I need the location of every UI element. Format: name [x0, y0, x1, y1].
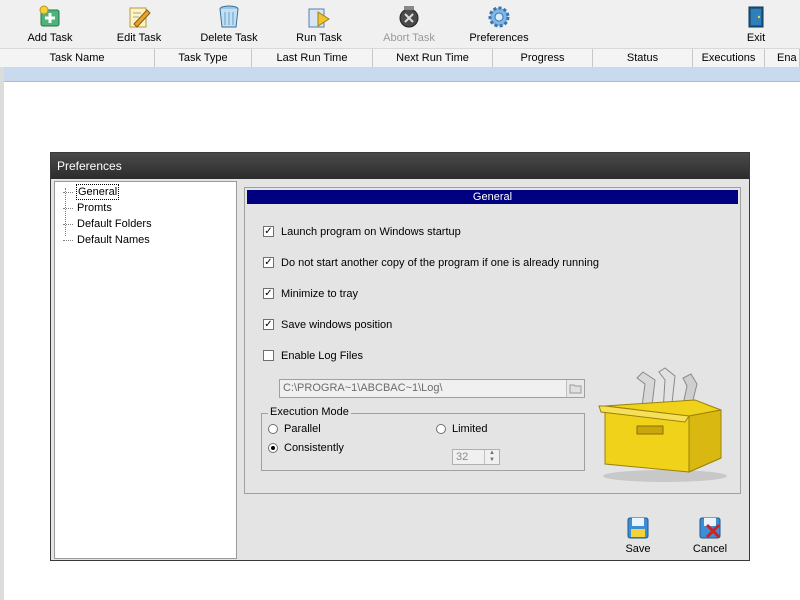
edit-task-icon [129, 7, 151, 28]
run-task-icon [308, 8, 330, 28]
log-path-field[interactable]: C:\PROGRA~1\ABCBAC~1\Log\ [279, 379, 585, 398]
column-status[interactable]: Status [593, 49, 693, 67]
limit-value: 32 [456, 451, 469, 463]
cancel-icon [699, 517, 721, 539]
exit-icon [748, 6, 764, 28]
add-task-icon [39, 5, 60, 27]
preferences-icon [488, 6, 510, 28]
column-enabled[interactable]: Ena [765, 49, 800, 67]
main-toolbar: Add Task Edit Task Delete Task Run Task … [0, 0, 800, 49]
table-row[interactable] [4, 67, 800, 82]
list-left-border [0, 67, 4, 600]
checkbox-box[interactable]: ✓ [263, 257, 274, 268]
execution-mode-legend: Execution Mode [268, 406, 351, 418]
tree-item-promts[interactable]: Promts [55, 200, 175, 216]
save-button[interactable]: Save [613, 515, 663, 559]
radio-circle[interactable] [268, 424, 278, 434]
run-task-button[interactable]: Run Task [290, 2, 348, 46]
toolbox-illustration [598, 367, 727, 482]
stepper-buttons[interactable]: ▲ ▼ [484, 450, 499, 464]
radio-circle-selected[interactable] [268, 443, 278, 453]
delete-task-button[interactable]: Delete Task [195, 2, 263, 46]
add-task-button[interactable]: Add Task [20, 2, 80, 46]
column-next-run-time[interactable]: Next Run Time [373, 49, 493, 67]
preferences-button[interactable]: Preferences [466, 2, 532, 46]
column-task-name[interactable]: Task Name [0, 49, 155, 67]
cancel-button[interactable]: Cancel [685, 515, 735, 559]
radio-circle[interactable] [436, 424, 446, 434]
tree-item-default-folders[interactable]: Default Folders [55, 216, 175, 232]
general-panel: General ✓ Launch program on Windows star… [244, 187, 741, 494]
checkbox-box[interactable] [263, 350, 274, 361]
folder-icon [569, 384, 582, 394]
preferences-tree: General Promts Default Folders Default N… [54, 181, 237, 559]
stepper-up-icon[interactable]: ▲ [485, 450, 499, 457]
column-progress[interactable]: Progress [493, 49, 593, 67]
delete-task-icon [219, 5, 239, 28]
log-path-value: C:\PROGRA~1\ABCBAC~1\Log\ [283, 382, 443, 394]
checkbox-box[interactable]: ✓ [263, 319, 274, 330]
preferences-dialog: Preferences General Promts Default Folde… [50, 152, 750, 561]
edit-task-button[interactable]: Edit Task [110, 2, 168, 46]
browse-folder-button[interactable] [566, 380, 584, 397]
limit-stepper[interactable]: 32 ▲ ▼ [452, 449, 500, 465]
abort-task-icon [399, 6, 419, 28]
column-task-type[interactable]: Task Type [155, 49, 252, 67]
dialog-title[interactable]: Preferences [51, 153, 749, 179]
toolbox-icon [598, 399, 722, 473]
panel-title: General [247, 190, 738, 204]
checkbox-box[interactable]: ✓ [263, 288, 274, 299]
save-icon [627, 517, 649, 539]
exit-button[interactable]: Exit [735, 2, 777, 46]
task-list-header: Task Name Task Type Last Run Time Next R… [0, 49, 800, 68]
abort-task-button[interactable]: Abort Task [377, 2, 441, 46]
tree-item-default-names[interactable]: Default Names [55, 232, 175, 248]
stepper-down-icon[interactable]: ▼ [485, 457, 499, 464]
column-executions[interactable]: Executions [693, 49, 765, 67]
column-last-run-time[interactable]: Last Run Time [252, 49, 373, 67]
checkbox-box[interactable]: ✓ [263, 226, 274, 237]
tree-item-general[interactable]: General [55, 184, 175, 200]
execution-mode-group: Execution Mode Parallel Consistently Lim… [261, 406, 585, 471]
